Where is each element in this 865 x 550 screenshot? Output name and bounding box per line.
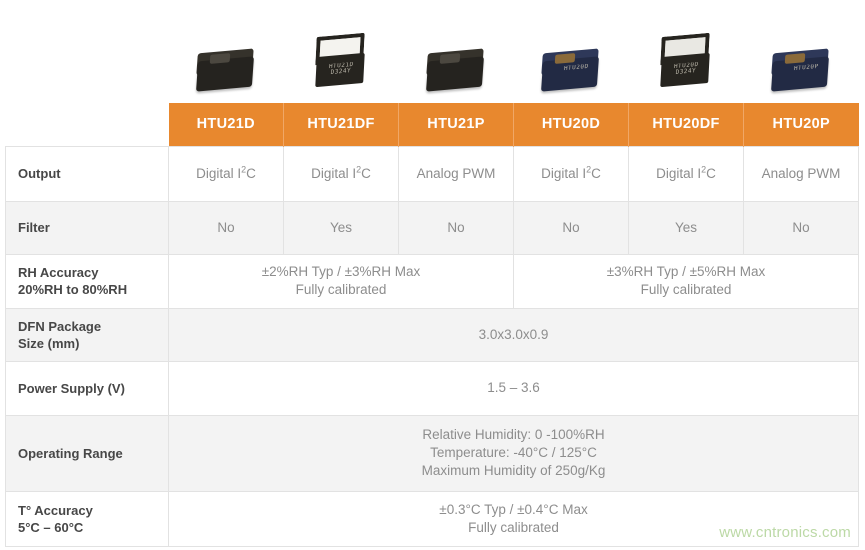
table-row-rh-accuracy: RH Accuracy 20%RH to 80%RH ±2%RH Typ / ±…: [5, 253, 859, 309]
row-label-temperature-accuracy: T° Accuracy 5°C – 60°C: [5, 490, 169, 547]
table-row-operating-range: Operating Range Relative Humidity: 0 -10…: [5, 414, 859, 492]
row-label-rh-accuracy: RH Accuracy 20%RH to 80%RH: [5, 253, 169, 309]
cell-output-htu21d: Digital I2C: [168, 145, 284, 202]
cell-filter-htu21p: No: [398, 200, 514, 255]
cell-dfn-package-size-all: 3.0x3.0x0.9: [168, 307, 859, 362]
cell-power-supply-all: 1.5 – 3.6: [168, 360, 859, 416]
value-line2: Fully calibrated: [468, 519, 559, 535]
row-label-line2: Size (mm): [18, 335, 80, 351]
value-line2: Fully calibrated: [640, 282, 732, 297]
cell-filter-htu20p: No: [743, 200, 859, 255]
sensor-package-icon: HTU20D: [534, 41, 608, 103]
cell-operating-range-all: Relative Humidity: 0 -100%RH Temperature…: [168, 414, 859, 492]
table-row-power-supply: Power Supply (V) 1.5 – 3.6: [5, 360, 859, 416]
row-label-operating-range: Operating Range: [5, 414, 169, 492]
row-label-dfn-package-size: DFN Package Size (mm): [5, 307, 169, 362]
row-label-line1: DFN Package: [18, 318, 102, 334]
cell-output-htu20d: Digital I2C: [513, 145, 629, 202]
row-label-output: Output: [5, 145, 169, 202]
column-header-htu21df: HTU21DF: [283, 103, 399, 146]
cell-temperature-accuracy-all: ±0.3°C Typ / ±0.4°C Max Fully calibrated: [168, 490, 859, 547]
row-label-line1: RH Accuracy: [18, 265, 99, 280]
product-photo-htu20df: HTU20D D324Y: [628, 8, 743, 103]
column-header-htu21d: HTU21D: [168, 103, 284, 146]
column-header-htu21p: HTU21P: [398, 103, 514, 146]
table-row-dfn-package-size: DFN Package Size (mm) 3.0x3.0x0.9: [5, 307, 859, 362]
table-row-output: Output Digital I2C Digital I2C Analog PW…: [5, 145, 859, 202]
product-photo-htu21p: [398, 8, 513, 103]
column-header-htu20p: HTU20P: [743, 103, 859, 146]
product-photo-htu21d: [168, 8, 283, 103]
value-line1: ±3%RH Typ / ±5%RH Max: [606, 264, 766, 279]
cell-output-htu21p: Analog PWM: [398, 145, 514, 202]
cell-output-htu21df: Digital I2C: [283, 145, 399, 202]
sensor-package-icon: [189, 41, 263, 103]
value-line2: Fully calibrated: [295, 282, 387, 297]
cell-rh-accuracy-htu21-family: ±2%RH Typ / ±3%RH Max Fully calibrated: [168, 253, 514, 309]
product-photo-htu21df: HTU21D D324Y: [283, 8, 398, 103]
row-label-line2: 5°C – 60°C: [18, 519, 84, 535]
cell-filter-htu21d: No: [168, 200, 284, 255]
row-label-filter: Filter: [5, 200, 169, 255]
cell-rh-accuracy-htu20-family: ±3%RH Typ / ±5%RH Max Fully calibrated: [513, 253, 859, 309]
cell-output-htu20p: Analog PWM: [743, 145, 859, 202]
header-corner-blank: [5, 103, 169, 146]
sensor-package-filter-icon: HTU21D D324Y: [304, 32, 378, 103]
sensor-package-icon: [419, 41, 493, 103]
row-label-line1: T° Accuracy: [18, 502, 93, 518]
value-line1: ±2%RH Typ / ±3%RH Max: [261, 264, 421, 279]
product-photo-htu20p: HTU20P: [743, 8, 858, 103]
value-line1: Relative Humidity: 0 -100%RH: [422, 427, 605, 442]
sensor-package-icon: HTU20P: [764, 41, 838, 103]
value-line1: ±0.3°C Typ / ±0.4°C Max: [439, 501, 588, 517]
row-label-power-supply: Power Supply (V): [5, 360, 169, 416]
cell-filter-htu20d: No: [513, 200, 629, 255]
table-header-row: HTU21D HTU21DF HTU21P HTU20D HTU20DF HTU…: [5, 103, 859, 146]
value-line3: Maximum Humidity of 250g/Kg: [421, 463, 606, 478]
column-header-htu20df: HTU20DF: [628, 103, 744, 146]
column-header-htu20d: HTU20D: [513, 103, 629, 146]
table-row-filter: Filter No Yes No No Yes No: [5, 200, 859, 255]
sensor-package-filter-icon: HTU20D D324Y: [649, 32, 723, 103]
cell-filter-htu21df: Yes: [283, 200, 399, 255]
specification-comparison-table: HTU21D HTU21DF HTU21P HTU20D HTU20DF HTU…: [5, 103, 859, 547]
product-comparison-page: HTU21DD324Y HTU20D HTU20DD324Y HTU20P: [0, 0, 865, 550]
product-photo-strip: HTU21D D324Y HTU20D HTU20D D324Y HTU20P: [168, 8, 858, 103]
cell-output-htu20df: Digital I2C: [628, 145, 744, 202]
table-row-temperature-accuracy: T° Accuracy 5°C – 60°C ±0.3°C Typ / ±0.4…: [5, 490, 859, 547]
value-line2: Temperature: -40°C / 125°C: [430, 445, 597, 460]
product-photo-htu20d: HTU20D: [513, 8, 628, 103]
row-label-line2: 20%RH to 80%RH: [18, 282, 128, 297]
cell-filter-htu20df: Yes: [628, 200, 744, 255]
